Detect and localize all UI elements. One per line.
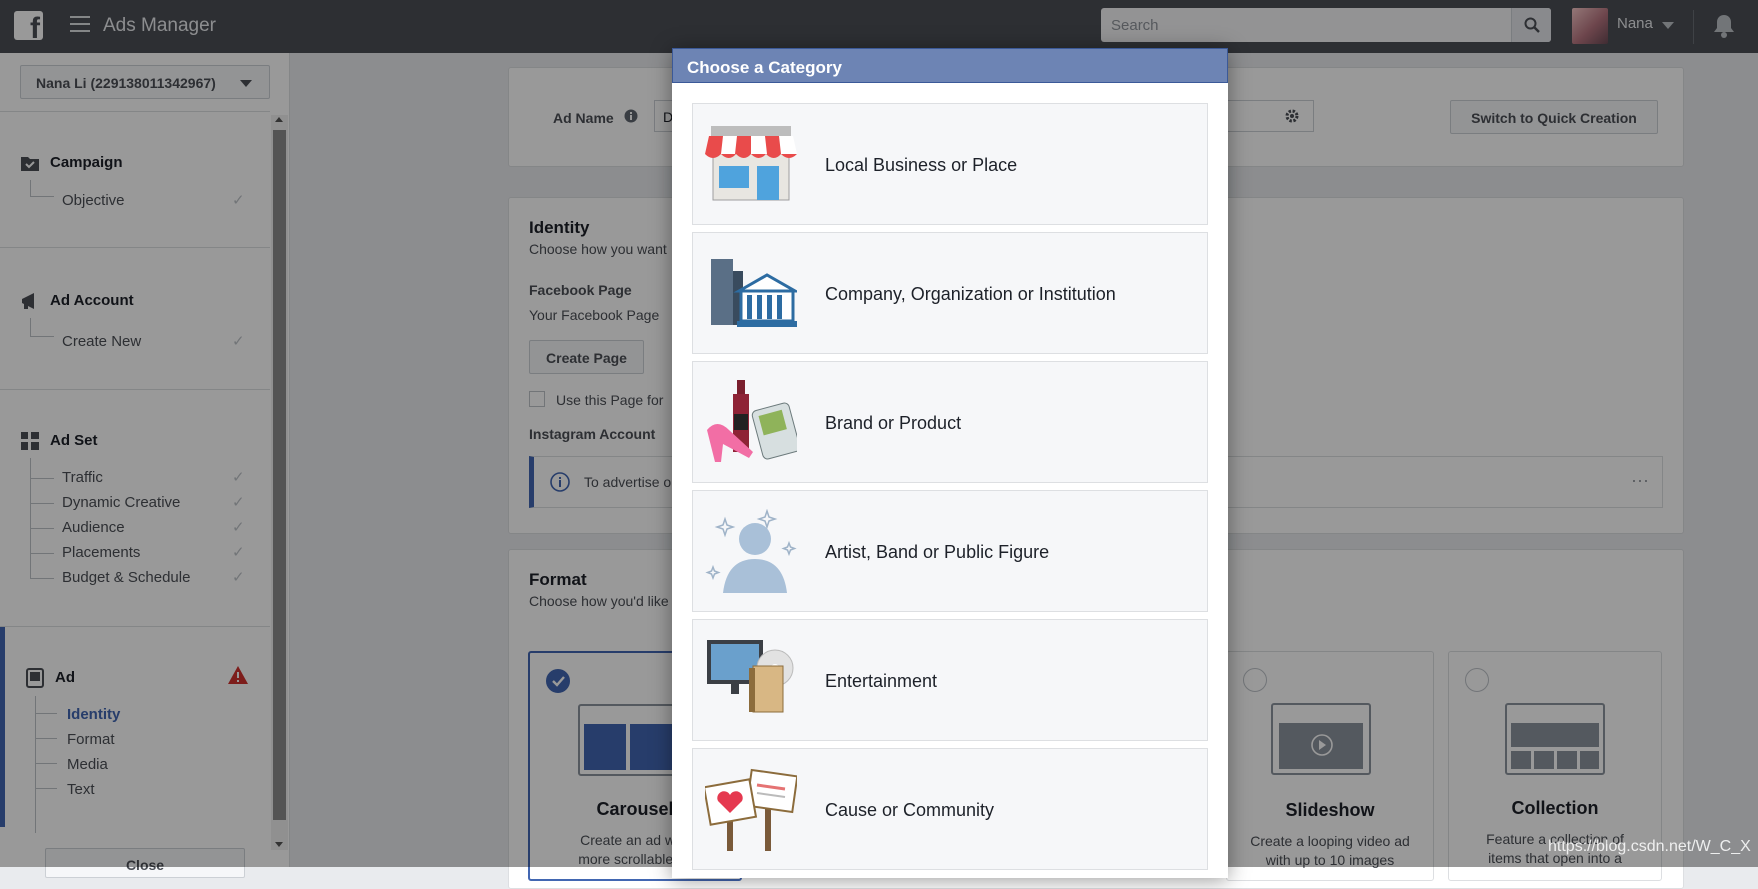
- choose-category-dialog: Choose a Category Local Business or Plac…: [672, 48, 1228, 878]
- category-label: Artist, Band or Public Figure: [825, 542, 1050, 562]
- public-figure-icon: [705, 509, 797, 593]
- storefront-icon: [705, 126, 797, 201]
- category-label: Local Business or Place: [825, 155, 1018, 175]
- category-entertainment[interactable]: Entertainment: [692, 619, 1208, 741]
- products-icon: [707, 380, 797, 462]
- entertainment-icon: [707, 640, 794, 713]
- category-brand-product[interactable]: Brand or Product: [692, 361, 1208, 483]
- category-label: Cause or Community: [825, 800, 995, 820]
- category-label: Entertainment: [825, 671, 938, 691]
- dialog-title: Choose a Category: [672, 48, 1228, 83]
- category-cause-community[interactable]: Cause or Community: [692, 748, 1208, 870]
- category-label: Brand or Product: [825, 413, 962, 433]
- community-signs-icon: [705, 768, 797, 851]
- category-company[interactable]: Company, Organization or Institution: [692, 232, 1208, 354]
- watermark: https://blog.csdn.net/W_C_X: [1548, 838, 1751, 855]
- category-label: Company, Organization or Institution: [825, 284, 1116, 304]
- buildings-icon: [711, 259, 797, 327]
- category-local-business[interactable]: Local Business or Place: [692, 103, 1208, 225]
- category-artist-public-figure[interactable]: Artist, Band or Public Figure: [692, 490, 1208, 612]
